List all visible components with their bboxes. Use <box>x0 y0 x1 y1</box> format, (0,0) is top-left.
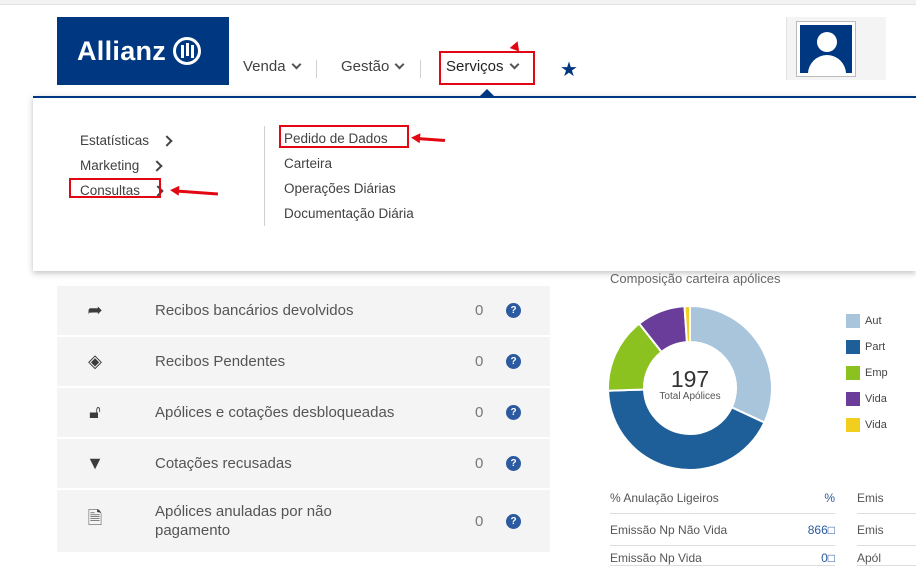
stat-label: Apól <box>857 551 882 565</box>
legend-swatch <box>846 314 860 328</box>
list-item-count: 0 <box>475 455 484 472</box>
list-item[interactable]: ◈ Recibos Pendentes 0 ? <box>57 337 550 388</box>
list-item[interactable]: 🔓︎ Apólices e cotações desbloqueadas 0 ? <box>57 388 550 439</box>
stat-row: Apól <box>857 546 916 566</box>
top-border <box>0 0 916 5</box>
layers-icon: ◈ <box>88 351 102 371</box>
list-item-label: Apólices e cotações desbloqueadas <box>155 404 395 421</box>
help-icon[interactable]: ? <box>506 456 521 471</box>
chevron-down-icon <box>394 59 405 70</box>
portfolio-stats: % Anulação Ligeiros % Emissão Np Não Vid… <box>610 482 835 566</box>
chevron-down-icon <box>291 59 301 70</box>
logo-text: Allianz <box>77 35 167 66</box>
stat-value[interactable]: 0□ <box>821 551 835 565</box>
list-item-label: Apólices anuladas por não pagamento <box>155 503 332 539</box>
legend-item[interactable]: Aut <box>846 308 888 334</box>
nav-divider <box>316 60 317 78</box>
legend-swatch <box>846 340 860 354</box>
stat-row: Emis <box>857 482 916 514</box>
legend-label: Aut <box>865 315 882 327</box>
menu-item-estatisticas[interactable]: Estatísticas <box>80 128 173 153</box>
menu-item-label: Estatísticas <box>80 133 150 148</box>
list-item[interactable]: ▼ Cotações recusadas 0 ? <box>57 439 550 490</box>
chart-legend: Aut Part Emp Vida Vida <box>846 308 888 438</box>
annotation-arrow <box>175 189 219 195</box>
donut-total-label: Total Apólices <box>659 391 721 402</box>
list-item-count: 0 <box>475 512 484 530</box>
legend-item[interactable]: Emp <box>846 360 888 386</box>
list-item[interactable]: ➦ Recibos bancários devolvidos 0 ? <box>57 286 550 337</box>
annotation-arrow <box>416 137 446 142</box>
nav-gestao-label: Gestão <box>341 58 390 75</box>
menu-item-operacoes-diarias[interactable]: Operações Diárias <box>284 176 414 201</box>
legend-label: Vida <box>865 419 887 431</box>
menu-item-label: Marketing <box>80 158 140 173</box>
nav-gestao[interactable]: Gestão <box>341 58 405 75</box>
reply-arrow-icon: ➦ <box>87 300 103 320</box>
legend-label: Emp <box>865 367 888 379</box>
stat-value[interactable]: % <box>824 491 835 505</box>
stat-row: Emissão Np Vida 0□ <box>610 546 835 566</box>
legend-item[interactable]: Vida <box>846 386 888 412</box>
stat-label: Emissão Np Vida <box>610 551 702 565</box>
legend-label: Part <box>865 341 886 353</box>
allianz-logo[interactable]: Allianz <box>57 17 229 85</box>
legend-swatch <box>846 392 860 406</box>
chevron-right-icon <box>151 159 163 172</box>
legend-swatch <box>846 418 860 432</box>
dropdown-divider <box>264 126 265 226</box>
donut-slice-0[interactable] <box>689 304 773 424</box>
menu-item-label: Carteira <box>284 156 333 171</box>
help-icon[interactable]: ? <box>506 303 521 318</box>
highlight-box-pedido-de-dados <box>279 125 409 148</box>
stat-label: Emis <box>857 490 884 505</box>
menu-item-carteira[interactable]: Carteira <box>284 151 414 176</box>
favorites-star-icon[interactable]: ★ <box>560 57 578 82</box>
menu-item-label: Documentação Diária <box>284 206 414 221</box>
list-item-label: Recibos bancários devolvidos <box>155 302 354 319</box>
nav-venda-label: Venda <box>243 58 286 75</box>
legend-item[interactable]: Vida <box>846 412 888 438</box>
user-area[interactable] <box>786 17 886 80</box>
help-icon[interactable]: ? <box>506 354 521 369</box>
donut-total: 197 <box>670 366 710 392</box>
thumbs-down-icon: ▼ <box>86 453 104 473</box>
stat-row: Emissão Np Não Vida 866□ <box>610 514 835 546</box>
document-gear-icon: 🗎︎ <box>87 508 103 528</box>
allianz-eagle-icon <box>173 37 202 65</box>
portfolio-stats-secondary: Emis Emis Apól <box>857 482 916 566</box>
stat-label: Emissão Np Não Vida <box>610 522 728 537</box>
stat-value[interactable]: 866□ <box>808 523 835 537</box>
nav-venda[interactable]: Venda <box>243 58 301 75</box>
highlight-box-consultas <box>69 178 161 198</box>
legend-item[interactable]: Part <box>846 334 888 360</box>
alerts-list: ➦ Recibos bancários devolvidos 0 ? ◈ Rec… <box>57 286 550 554</box>
dropdown-caret <box>479 89 495 97</box>
servicos-dropdown-menu: Estatísticas Marketing Consultas Pedido … <box>33 96 916 271</box>
stat-row: % Anulação Ligeiros % <box>610 482 835 514</box>
help-icon[interactable]: ? <box>506 405 521 420</box>
annotation-arrow <box>509 39 523 52</box>
help-icon[interactable]: ? <box>506 513 521 529</box>
highlight-box-servicos <box>439 51 535 85</box>
list-item[interactable]: 🗎︎ Apólices anuladas por não pagamento 0… <box>57 490 550 554</box>
list-item-label: Cotações recusadas <box>155 455 292 472</box>
user-avatar-icon[interactable] <box>796 21 856 77</box>
list-item-count: 0 <box>475 404 484 421</box>
chevron-right-icon <box>161 134 173 147</box>
legend-swatch <box>846 366 860 380</box>
stat-row: Emis <box>857 514 916 546</box>
stat-label: % Anulação Ligeiros <box>610 490 719 505</box>
legend-label: Vida <box>865 393 887 405</box>
unlock-icon: 🔓︎ <box>89 402 101 422</box>
nav-divider <box>420 60 421 78</box>
menu-item-marketing[interactable]: Marketing <box>80 153 171 178</box>
list-item-count: 0 <box>475 302 484 319</box>
chart-title: Composição carteira apólices <box>610 271 781 286</box>
menu-item-documentacao-diaria[interactable]: Documentação Diária <box>284 201 414 226</box>
stat-label: Emis <box>857 522 884 537</box>
list-item-label: Recibos Pendentes <box>155 353 286 370</box>
list-item-count: 0 <box>475 353 484 370</box>
menu-item-label: Operações Diárias <box>284 181 396 196</box>
